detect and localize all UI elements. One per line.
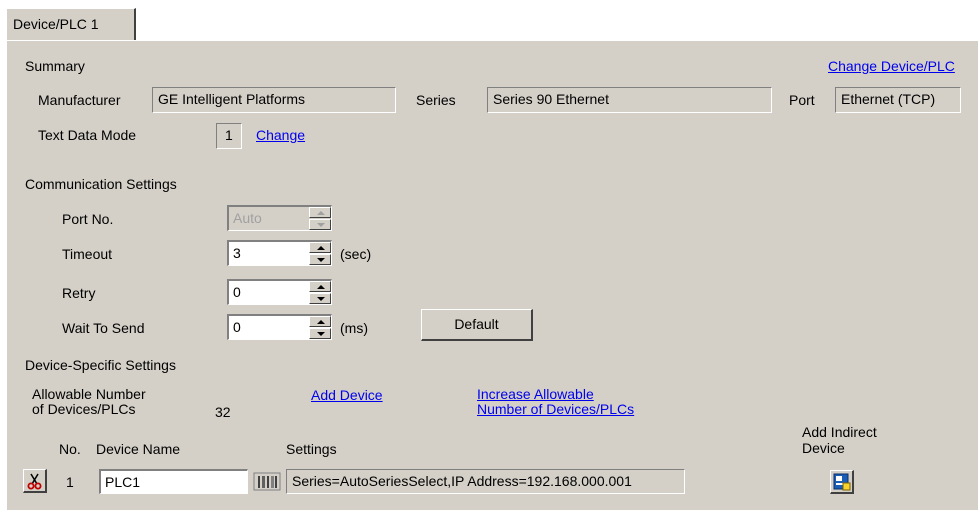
increase-allowable-link[interactable]: Increase Allowable Number of Devices/PLC… (477, 387, 634, 417)
port-no-stepper: Auto (227, 205, 332, 231)
wait-to-send-up-button[interactable] (309, 316, 331, 327)
text-data-mode-change-link[interactable]: Change (256, 127, 305, 143)
add-indirect-device-button[interactable] (830, 470, 854, 494)
device-row-no: 1 (66, 474, 74, 490)
text-data-mode-value: 1 (225, 127, 233, 143)
increase-allowable-line-2[interactable]: Number of Devices/PLCs (477, 402, 634, 417)
timeout-label: Timeout (62, 246, 113, 262)
settings-icon (253, 472, 281, 491)
text-data-mode-field: 1 (216, 123, 242, 149)
timeout-down-button[interactable] (309, 254, 331, 265)
allowable-label-line-1: Allowable Number (32, 386, 146, 402)
allowable-label-line-2: of Devices/PLCs (32, 401, 136, 417)
port-no-spin (309, 207, 331, 230)
timeout-spin (309, 242, 331, 265)
wait-to-send-value: 0 (233, 319, 241, 335)
wait-to-send-spin (309, 316, 331, 339)
device-name-value: PLC1 (105, 474, 141, 490)
device-settings-button[interactable] (253, 469, 283, 493)
device-name-input[interactable]: PLC1 (99, 469, 248, 494)
device-settings-field: Series=AutoSeriesSelect,IP Address=192.1… (286, 469, 685, 494)
wait-to-send-label: Wait To Send (62, 320, 145, 336)
default-button[interactable]: Default (421, 309, 533, 341)
retry-down-button[interactable] (309, 293, 331, 304)
port-no-down-button (309, 219, 331, 230)
text-data-mode-label: Text Data Mode (38, 127, 137, 143)
column-header-settings: Settings (286, 441, 337, 457)
add-indirect-device-icon (833, 473, 851, 491)
retry-spin (309, 281, 331, 304)
add-indirect-line-1: Add Indirect (802, 424, 877, 440)
series-field: Series 90 Ethernet (487, 87, 772, 113)
device-specific-heading: Device-Specific Settings (25, 357, 176, 373)
communication-settings-heading: Communication Settings (25, 176, 177, 192)
timeout-stepper[interactable]: 3 (227, 240, 332, 266)
port-label: Port (789, 92, 815, 108)
series-value: Series 90 Ethernet (493, 91, 609, 107)
retry-value: 0 (233, 284, 241, 300)
column-header-device-name: Device Name (96, 441, 181, 457)
allowable-number-label: Allowable Number of Devices/PLCs (32, 387, 146, 417)
retry-up-button[interactable] (309, 281, 331, 292)
wait-to-send-unit: (ms) (340, 320, 368, 336)
change-device-plc-link[interactable]: Change Device/PLC (828, 58, 955, 74)
series-label: Series (416, 92, 456, 108)
port-no-value: Auto (233, 210, 262, 226)
increase-allowable-line-1[interactable]: Increase Allowable (477, 387, 634, 402)
delete-device-button[interactable] (23, 469, 47, 493)
manufacturer-field: GE Intelligent Platforms (152, 87, 396, 113)
retry-label: Retry (62, 285, 96, 301)
summary-heading: Summary (25, 58, 85, 74)
device-settings-value: Series=AutoSeriesSelect,IP Address=192.1… (292, 473, 632, 489)
port-no-label: Port No. (62, 211, 114, 227)
add-device-link[interactable]: Add Device (311, 387, 383, 403)
scissors-icon (27, 473, 42, 490)
port-value: Ethernet (TCP) (841, 91, 936, 107)
port-field: Ethernet (TCP) (835, 87, 961, 113)
port-no-up-button (309, 207, 331, 218)
column-header-no: No. (59, 441, 81, 457)
add-indirect-line-2: Device (802, 440, 845, 456)
timeout-up-button[interactable] (309, 242, 331, 253)
wait-to-send-down-button[interactable] (309, 328, 331, 339)
manufacturer-value: GE Intelligent Platforms (158, 91, 306, 107)
timeout-unit: (sec) (340, 246, 372, 262)
manufacturer-label: Manufacturer (38, 92, 121, 108)
column-header-add-indirect: Add Indirect Device (802, 424, 877, 456)
allowable-number-value: 32 (215, 404, 231, 420)
wait-to-send-stepper[interactable]: 0 (227, 314, 332, 340)
tab-strip: Device/PLC 1 (0, 0, 978, 41)
retry-stepper[interactable]: 0 (227, 279, 332, 305)
tab-device-plc-1[interactable]: Device/PLC 1 (6, 8, 136, 41)
timeout-value: 3 (233, 245, 241, 261)
tab-label: Device/PLC 1 (13, 16, 99, 32)
